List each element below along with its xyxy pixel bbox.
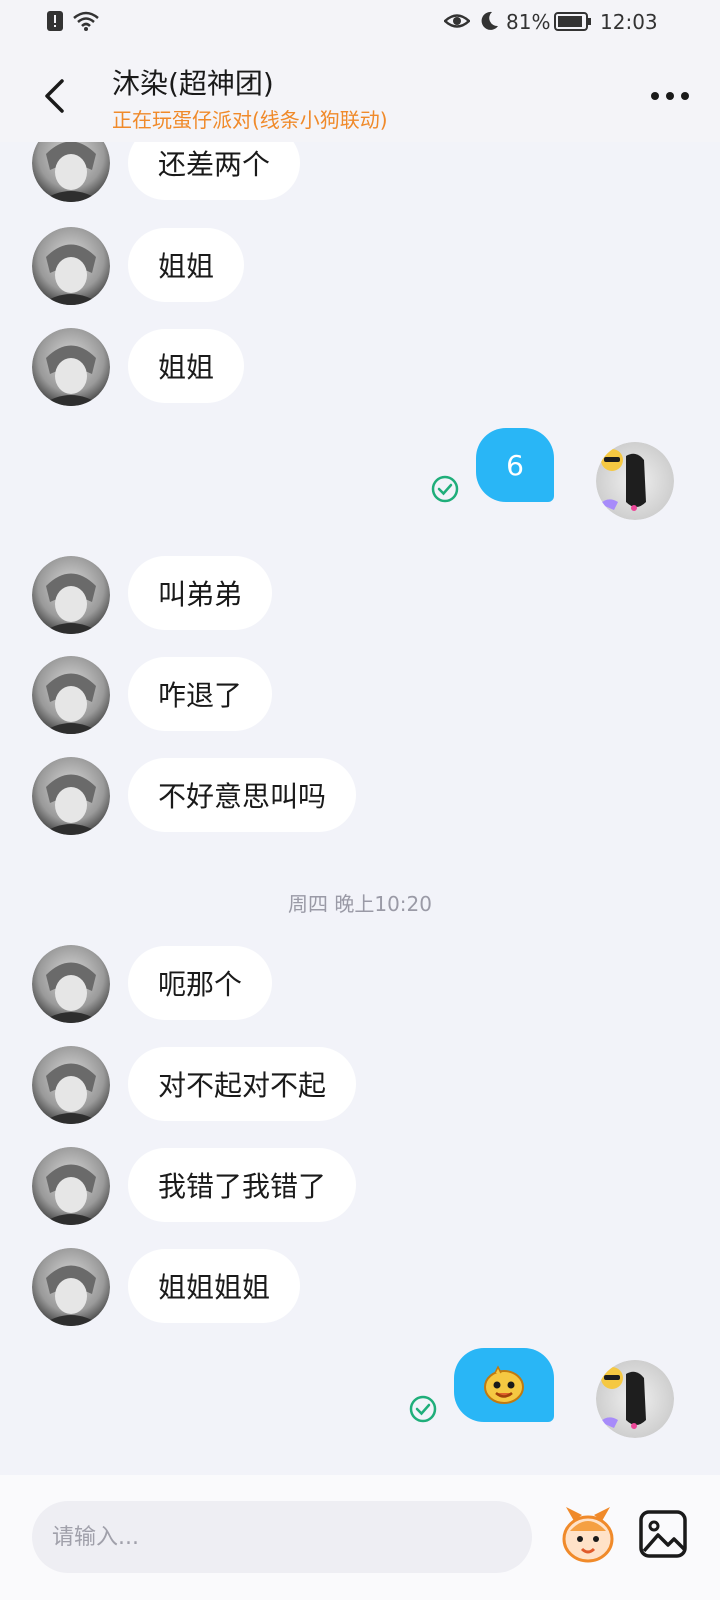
emoji-button[interactable]: [556, 1503, 620, 1567]
input-bar: [0, 1475, 720, 1600]
contact-avatar[interactable]: [32, 1248, 110, 1326]
emoji-face-sticker-icon: [484, 1365, 524, 1404]
status-bar: 81% 12:03: [0, 0, 720, 50]
sticker-emoji-icon: [562, 1507, 614, 1563]
contact-avatar[interactable]: [32, 757, 110, 835]
contact-avatar[interactable]: [32, 227, 110, 305]
battery-icon: [554, 10, 592, 37]
message-bubble-incoming[interactable]: 不好意思叫吗: [128, 758, 357, 832]
contact-avatar[interactable]: [32, 945, 110, 1023]
chevron-left-icon: [45, 79, 64, 113]
read-check-icon: [409, 1395, 437, 1423]
message-bubble-outgoing[interactable]: [454, 1348, 554, 1422]
message-bubble-incoming[interactable]: 对不起对不起: [128, 1047, 357, 1121]
message-bubble-incoming[interactable]: 姐姐: [128, 228, 245, 302]
contact-avatar[interactable]: [32, 656, 110, 734]
message-bubble-outgoing[interactable]: 6: [476, 428, 554, 502]
chat-header: 沐染(超神团) 正在玩蛋仔派对(线条小狗联动): [0, 50, 720, 142]
contact-avatar[interactable]: [32, 1046, 110, 1124]
message-bubble-incoming[interactable]: 姐姐姐姐: [128, 1249, 301, 1323]
back-button[interactable]: [26, 68, 82, 124]
contact-avatar[interactable]: [32, 556, 110, 634]
chat-title[interactable]: 沐染(超神团): [112, 62, 274, 102]
message-bubble-incoming[interactable]: 还差两个: [128, 142, 301, 200]
message-bubble-incoming[interactable]: 姐姐: [128, 329, 245, 403]
more-dots-icon: [651, 92, 689, 100]
eye-icon: [443, 10, 471, 37]
wifi-icon: [72, 10, 100, 37]
moon-icon: [478, 10, 500, 37]
clock-time: 12:03: [600, 10, 658, 34]
alert-icon: [46, 10, 64, 37]
contact-avatar[interactable]: [32, 142, 110, 202]
read-check-icon: [431, 475, 459, 503]
message-list[interactable]: 还差两个 姐姐 姐姐 6 叫弟弟 咋退了 不好意思叫吗 周四 晚上10:20 呃…: [0, 142, 720, 1475]
message-bubble-incoming[interactable]: 叫弟弟: [128, 556, 273, 630]
my-avatar[interactable]: [596, 442, 674, 520]
image-button[interactable]: [636, 1507, 690, 1561]
contact-avatar[interactable]: [32, 1147, 110, 1225]
message-bubble-incoming[interactable]: 咋退了: [128, 657, 273, 731]
chat-subtitle: 正在玩蛋仔派对(线条小狗联动): [112, 108, 388, 132]
message-input[interactable]: [32, 1501, 532, 1573]
chat-timestamp: 周四 晚上10:20: [288, 892, 432, 916]
more-button[interactable]: [644, 72, 696, 120]
my-avatar[interactable]: [596, 1360, 674, 1438]
battery-percent: 81%: [506, 10, 551, 34]
message-bubble-incoming[interactable]: 我错了我错了: [128, 1148, 357, 1222]
contact-avatar[interactable]: [32, 328, 110, 406]
message-bubble-incoming[interactable]: 呃那个: [128, 946, 273, 1020]
image-gallery-icon: [639, 1510, 687, 1558]
